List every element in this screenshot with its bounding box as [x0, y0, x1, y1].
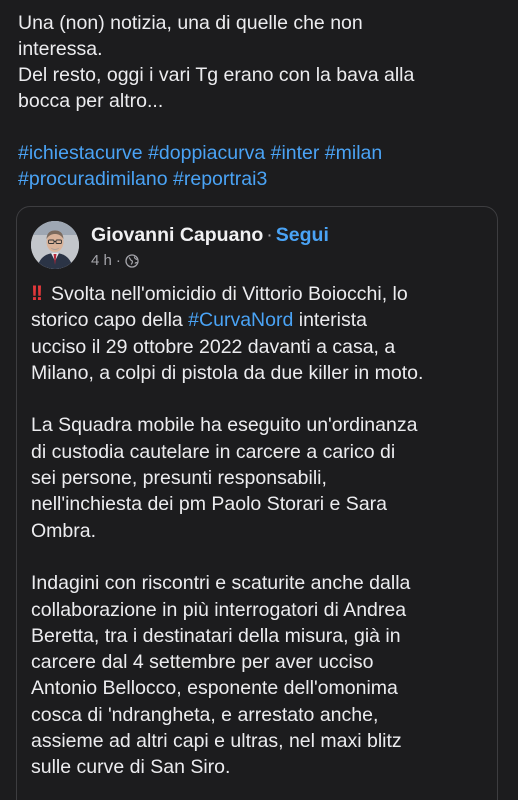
body-line: Milano, a colpi di pistola da due killer…	[31, 361, 424, 384]
author-name[interactable]: Giovanni Capuano	[91, 224, 263, 246]
hashtag-doppiacurva[interactable]: #doppiacurva	[148, 142, 265, 164]
body-line: ucciso il 29 ottobre 2022 davanti a casa…	[31, 335, 396, 358]
separator-dot: ·	[266, 224, 273, 246]
post-time[interactable]: 4 h	[91, 251, 112, 271]
body-line: Antonio Bellocco, esponente dell'omonima	[31, 677, 398, 700]
post-meta: 4 h ·	[91, 251, 139, 271]
body-line: assieme ad altri capi e ultras, nel maxi…	[31, 730, 402, 753]
body-line: Beretta, tra i destinatari della misura,…	[31, 624, 401, 647]
hashtag-milan[interactable]: #milan	[325, 142, 382, 164]
globe-icon	[125, 254, 139, 268]
hashtag-ichiestacurve[interactable]: #ichiestacurve	[18, 142, 143, 164]
post-line: Del resto, oggi i vari Tg erano con la b…	[18, 64, 415, 86]
follow-button[interactable]: Segui	[276, 224, 329, 246]
avatar[interactable]	[31, 221, 79, 269]
body-line: carcere dal 4 settembre per aver ucciso	[31, 651, 374, 674]
meta-separator: ·	[115, 252, 121, 269]
author-line: Giovanni Capuano · Segui	[91, 223, 329, 247]
body-line: collaborazione in più interrogatori di A…	[31, 598, 407, 621]
body-line: di custodia cautelare in carcere a caric…	[31, 440, 396, 463]
double-exclamation-icon: !!	[31, 282, 43, 305]
body-line: nell'inchiesta dei pm Paolo Storari e Sa…	[31, 493, 387, 516]
avatar-image	[31, 221, 79, 269]
body-line: Indagini con riscontri e scaturite anche…	[31, 572, 411, 595]
body-line: Ombra.	[31, 519, 97, 542]
body-line: storico capo della #CurvaNord interista	[31, 307, 487, 333]
body-line: sei persone, presunti responsabili,	[31, 467, 327, 490]
body-text: interista	[293, 309, 368, 332]
post-line: bocca per altro...	[18, 90, 164, 112]
shared-post-body: !! Svolta nell'omicidio di Vittorio Boioc…	[31, 281, 487, 781]
hashtag-curvanord[interactable]: #CurvaNord	[188, 309, 293, 331]
hashtags: #ichiestacurve #doppiacurva #inter #mila…	[18, 140, 504, 192]
post-line: Una (non) notizia, una di quelle che non	[18, 12, 363, 34]
body-line: !! Svolta nell'omicidio di Vittorio Boioc…	[31, 281, 487, 307]
hashtag-line: #ichiestacurve #doppiacurva #inter #mila…	[18, 140, 504, 166]
hashtag-line: #procuradimilano #reportrai3	[18, 166, 504, 192]
body-line: sulle curve di San Siro.	[31, 756, 231, 779]
post-text: Una (non) notizia, una di quelle che non…	[18, 10, 504, 192]
body-text: storico capo della	[31, 309, 189, 332]
shared-post-header: Giovanni Capuano · Segui 4 h ·	[31, 221, 483, 273]
body-line: La Squadra mobile ha eseguito un'ordinan…	[31, 414, 418, 437]
hashtag-inter[interactable]: #inter	[271, 142, 320, 164]
shared-post-card[interactable]: Giovanni Capuano · Segui 4 h · !! Svolta ne…	[16, 206, 498, 800]
hashtag-procuradimilano[interactable]: #procuradimilano	[18, 168, 168, 190]
body-line: cosca di 'ndrangheta, e arrestato anche,	[31, 703, 379, 726]
post-line: interessa.	[18, 38, 103, 60]
hashtag-reportrai3[interactable]: #reportrai3	[173, 168, 267, 190]
body-text: Svolta nell'omicidio di Vittorio Boiocch…	[51, 283, 408, 305]
